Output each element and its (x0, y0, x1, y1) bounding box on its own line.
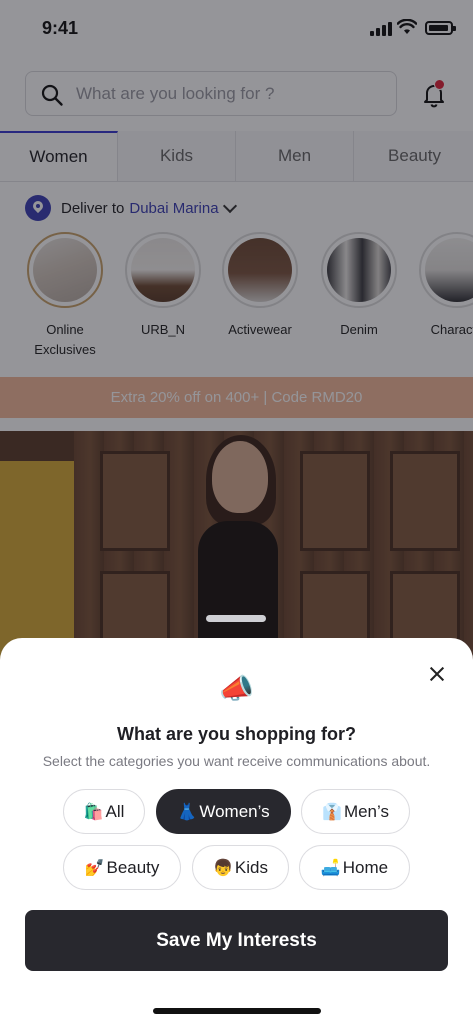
chip-label: Women’s (199, 801, 270, 821)
shopping-bags-icon: 🛍️ (83, 803, 104, 821)
shirt-icon: 👔 (322, 803, 342, 821)
megaphone-icon: 📣 (219, 673, 254, 704)
chip-home[interactable]: 🛋️ Home (299, 845, 410, 890)
chip-womens[interactable]: 👗 Women’s (156, 789, 291, 834)
chip-label: Kids (234, 857, 268, 877)
sheet-title: What are you shopping for? (117, 724, 356, 744)
dress-icon: 👗 (177, 803, 198, 821)
chip-label: All (105, 801, 125, 821)
child-icon: 👦 (213, 859, 233, 877)
nail-polish-icon: 💅 (84, 859, 105, 877)
chip-label: Beauty (106, 857, 160, 877)
chip-label: Home (342, 857, 389, 877)
chip-mens[interactable]: 👔 Men’s (301, 789, 410, 834)
chip-beauty[interactable]: 💅 Beauty (63, 845, 181, 890)
chip-kids[interactable]: 👦 Kids (192, 845, 289, 890)
chip-label: Men’s (343, 801, 389, 821)
home-indicator[interactable] (153, 1008, 321, 1014)
chip-all[interactable]: 🛍️ All (63, 789, 145, 834)
sheet-grabber[interactable] (206, 615, 266, 622)
sofa-icon: 🛋️ (320, 859, 341, 877)
save-interests-button[interactable]: Save My Interests (25, 910, 448, 971)
sheet-subtitle: Select the categories you want receive c… (42, 753, 431, 769)
